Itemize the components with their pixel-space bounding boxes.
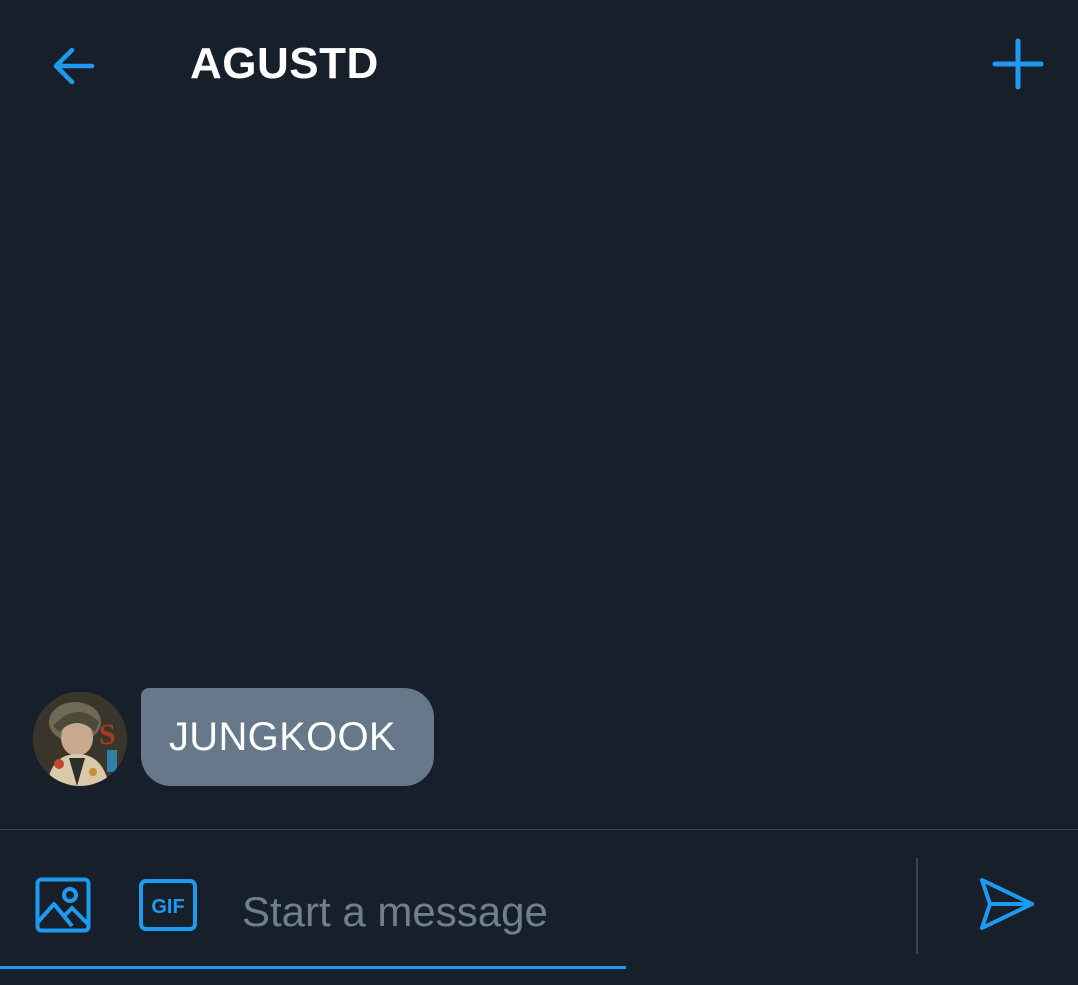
message-bubble[interactable]: JUNGKOOK (141, 688, 434, 786)
svg-text:S: S (99, 718, 116, 751)
image-icon (35, 877, 91, 933)
send-button[interactable] (974, 872, 1038, 936)
avatar-photo: S (33, 692, 127, 786)
add-photo-button[interactable] (34, 876, 92, 934)
message-input-wrapper (240, 858, 866, 971)
message-input[interactable] (240, 858, 866, 966)
send-icon (980, 878, 1034, 930)
message-input-underline (0, 966, 626, 969)
gif-icon: GIF (139, 879, 197, 931)
message-row: S JUNGKOOK (33, 688, 434, 786)
conversation-title: AGUSTD (190, 39, 379, 88)
back-button[interactable] (44, 36, 104, 96)
avatar[interactable]: S (33, 692, 127, 786)
gif-label: GIF (151, 896, 184, 918)
plus-icon (992, 38, 1044, 90)
conversation-header: AGUSTD (0, 0, 1078, 130)
add-gif-button[interactable]: GIF (138, 878, 198, 932)
dm-conversation-screen: AGUSTD S JUNGKOOK GIF Start a message (0, 0, 1078, 985)
compose-divider (0, 829, 1078, 830)
message-text: JUNGKOOK (169, 714, 396, 759)
add-button[interactable] (988, 34, 1048, 94)
send-separator (916, 858, 918, 954)
arrow-left-icon (53, 47, 95, 85)
